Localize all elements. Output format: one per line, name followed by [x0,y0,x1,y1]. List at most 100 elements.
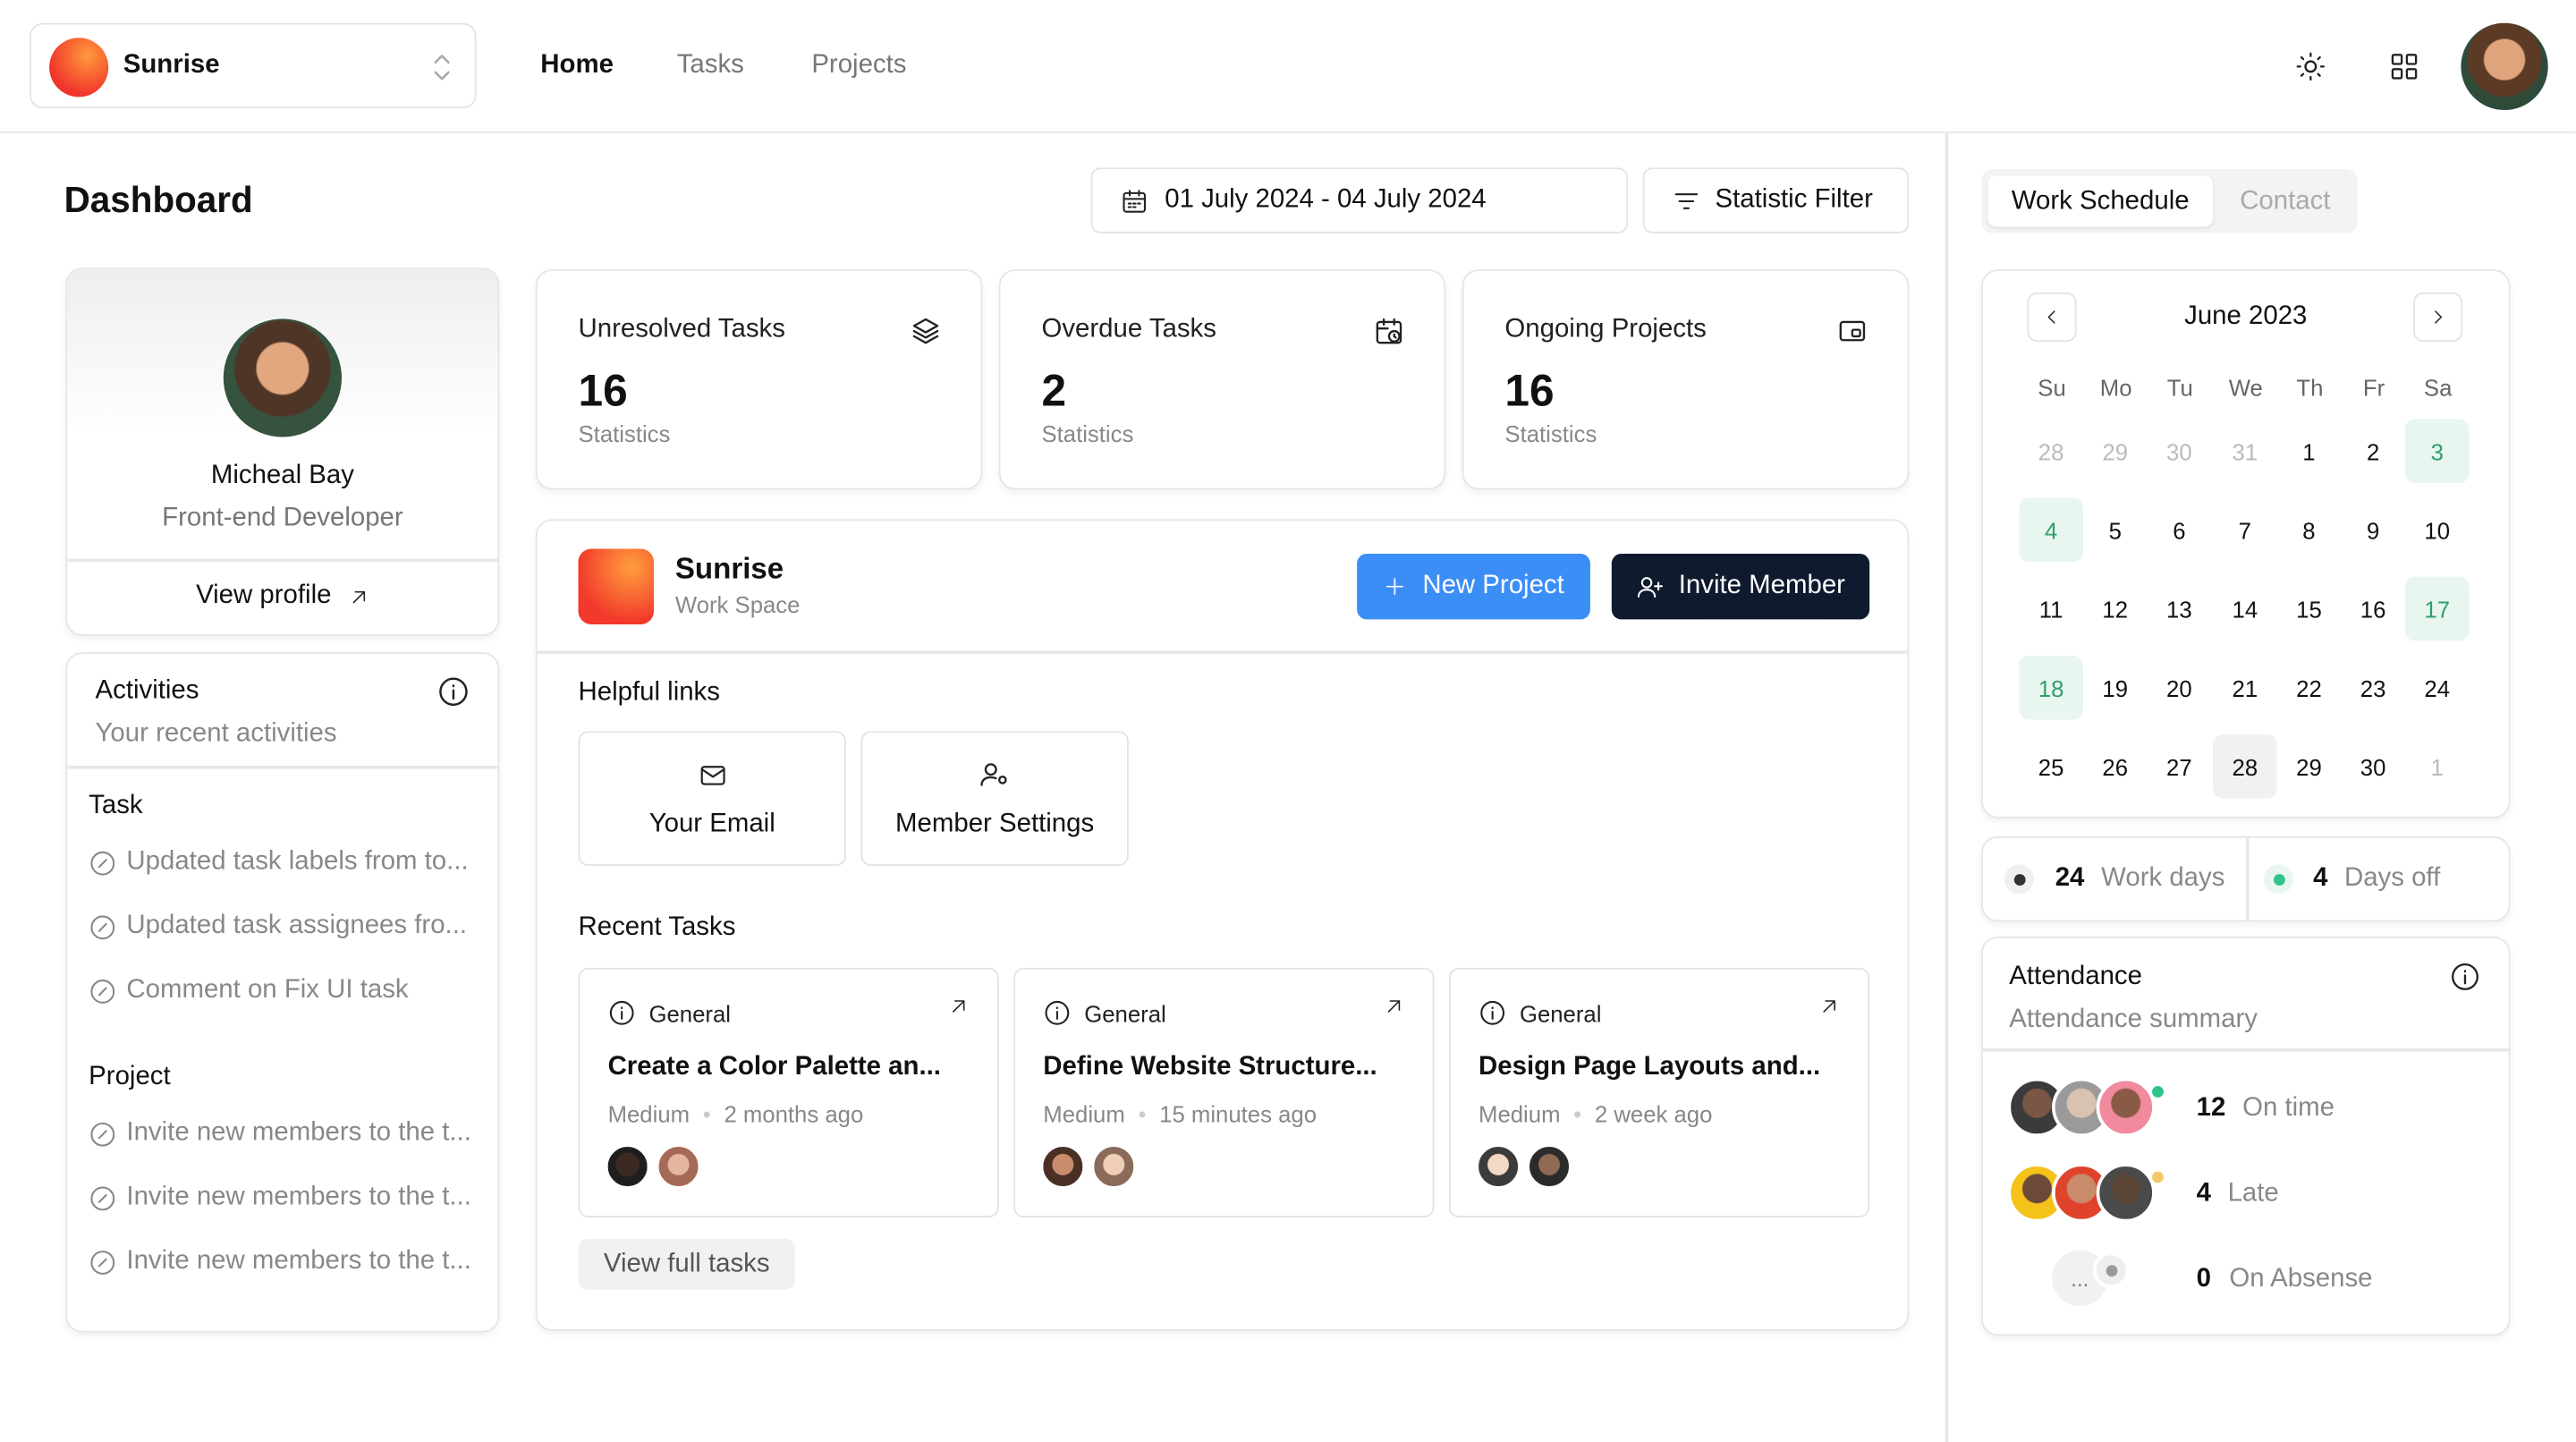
stat-card-unresolved[interactable]: Unresolved Tasks 16 Statistics [535,269,983,490]
calendar-day[interactable]: 6 [2148,498,2212,563]
calendar-day[interactable]: 24 [2405,656,2470,720]
calendar-day[interactable]: 30 [2341,734,2405,799]
calendar-day[interactable]: 29 [2277,734,2342,799]
calendar-day[interactable]: 17 [2404,576,2470,641]
calendar-day[interactable]: 12 [2083,577,2148,641]
stat-value: 16 [578,366,628,416]
activity-text: Updated task assignees fro... [126,912,468,940]
workspace-card-name: Sunrise [674,552,784,585]
activity-task-item[interactable]: Comment on Fix UI task [89,976,409,1005]
calendar-clock-icon [1376,318,1402,344]
workspace-card-type: Work Space [674,591,801,618]
assignee-avatar [655,1143,702,1190]
view-profile-link[interactable]: View profile [67,581,497,611]
statistic-filter-button[interactable]: Statistic Filter [1642,167,1910,233]
grid-icon[interactable] [2389,51,2420,82]
tab-contact[interactable]: Contact [2218,176,2353,227]
calendar-day[interactable]: 13 [2148,577,2212,641]
calendar-day[interactable]: 22 [2277,656,2342,720]
calendar-day[interactable]: 1 [2277,419,2342,483]
calendar-day[interactable]: 10 [2405,498,2470,563]
stat-card-overdue[interactable]: Overdue Tasks 2 Statistics [998,269,1446,490]
stat-card-ongoing[interactable]: Ongoing Projects 16 Statistics [1462,269,1910,490]
calendar-day[interactable]: 20 [2148,656,2212,720]
new-project-button[interactable]: New Project [1357,553,1590,620]
calendar-day[interactable]: 18 [2019,655,2083,720]
your-email-link[interactable]: Your Email [578,731,846,866]
view-full-tasks-button[interactable]: View full tasks [578,1238,795,1290]
info-icon[interactable] [2450,961,2481,992]
calendar-day[interactable]: 25 [2019,734,2083,799]
calendar-day[interactable]: 8 [2277,498,2342,563]
calendar-day[interactable]: 19 [2083,656,2148,720]
work-days-dot [2004,864,2034,895]
calendar-day[interactable]: 26 [2083,734,2148,799]
invite-member-label: Invite Member [1678,572,1845,600]
workspace-name: Sunrise [123,50,220,80]
assignee-avatar [1039,1143,1087,1190]
calendar-day[interactable]: 11 [2019,577,2083,641]
calendar-day[interactable]: 7 [2213,498,2277,563]
info-icon [1480,1000,1505,1025]
next-month-button[interactable] [2413,292,2463,343]
task-category: General [1043,999,1166,1027]
calendar-day[interactable]: 30 [2148,419,2212,483]
activity-project-item[interactable]: Invite new members to the t... [89,1119,471,1149]
activities-title: Activities [95,676,199,705]
arrow-up-right-icon[interactable] [1384,996,1405,1017]
plus-icon [1385,578,1403,596]
schedule-divider [2245,837,2249,920]
info-icon[interactable] [437,675,470,708]
user-avatar[interactable] [2461,22,2548,111]
recent-task-card[interactable]: General Design Page Layouts and... Mediu… [1448,967,1870,1217]
calendar-day[interactable]: 27 [2148,734,2212,799]
work-days-label: Work days [2101,864,2225,893]
invite-member-button[interactable]: Invite Member [1611,553,1870,620]
statistic-filter-label: Statistic Filter [1715,185,1873,214]
tab-work-schedule[interactable]: Work Schedule [1987,175,2214,227]
info-icon [609,1000,634,1025]
calendar-dow: Su [2038,374,2066,402]
check-circle-icon [90,850,115,875]
activity-text: Invite new members to the t... [126,1183,471,1211]
calendar-day[interactable]: 28 [2213,734,2277,799]
late-count: 4 [2196,1179,2212,1208]
calendar-day[interactable]: 15 [2277,577,2342,641]
calendar-day[interactable]: 16 [2341,577,2405,641]
calendar-day[interactable]: 1 [2405,734,2470,799]
arrow-up-right-icon[interactable] [948,996,970,1017]
calendar-day[interactable]: 23 [2341,656,2405,720]
member-settings-link[interactable]: Member Settings [860,731,1129,866]
date-range-picker[interactable]: 01 July 2024 - 04 July 2024 [1090,167,1629,233]
calendar-day[interactable]: 14 [2213,577,2277,641]
calendar-day[interactable]: 31 [2213,419,2277,483]
nav-tasks[interactable]: Tasks [677,51,744,81]
calendar-day[interactable]: 3 [2404,419,2470,483]
sun-icon[interactable] [2295,51,2326,82]
calendar-day[interactable]: 2 [2341,419,2405,483]
activity-task-item[interactable]: Updated task assignees fro... [89,912,467,941]
calendar-day[interactable]: 28 [2019,419,2083,483]
nav-home[interactable]: Home [540,51,614,81]
workspace-switcher[interactable]: Sunrise [30,22,477,109]
check-circle-icon [90,979,115,1003]
calendar-day[interactable]: 5 [2083,498,2148,563]
check-circle-icon [90,1121,115,1146]
stat-value: 16 [1504,366,1555,416]
calendar-day[interactable]: 4 [2019,497,2083,563]
activities-card: Activities Your recent activities Task U… [65,652,500,1333]
activity-project-item[interactable]: Invite new members to the t... [89,1183,471,1212]
calendar-day[interactable]: 21 [2213,656,2277,720]
activity-task-item[interactable]: Updated task labels from to... [89,848,469,878]
attendee-avatar [2096,1077,2156,1137]
arrow-up-right-icon[interactable] [1818,996,1840,1017]
calendar-day[interactable]: 9 [2341,498,2405,563]
calendar-day[interactable]: 29 [2083,419,2148,483]
right-panel-divider [1945,132,1948,1442]
absent-label: On Absense [2229,1265,2373,1294]
activity-project-item[interactable]: Invite new members to the t... [89,1247,471,1277]
nav-projects[interactable]: Projects [811,51,906,81]
recent-task-card[interactable]: General Define Website Structure... Medi… [1013,967,1435,1217]
attendance-card: Attendance Attendance summary 12 On time… [1981,936,2511,1336]
recent-task-card[interactable]: General Create a Color Palette an... Med… [578,967,999,1217]
